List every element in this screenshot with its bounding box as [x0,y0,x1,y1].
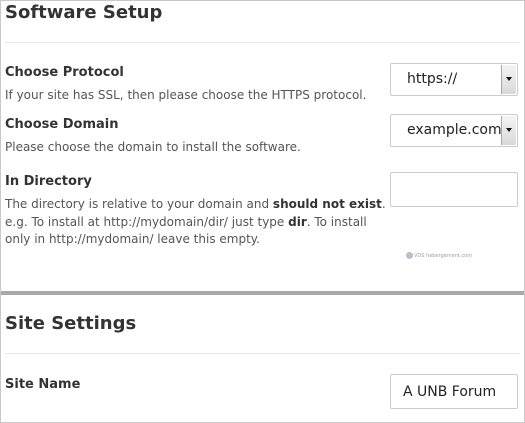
directory-help-text-1: The directory is relative to your domain… [5,197,273,211]
domain-select-value: example.com [407,122,502,138]
protocol-label: Choose Protocol [5,65,124,80]
directory-help-bold-2: dir [288,214,307,229]
directory-input[interactable] [390,172,518,207]
watermark: VDS hebergement.com [406,252,472,259]
domain-label: Choose Domain [5,117,119,132]
directory-label: In Directory [5,174,92,189]
software-setup-panel: Software Setup Choose Protocol If your s… [0,0,525,423]
title-divider [5,42,520,43]
site-name-input[interactable]: A UNB Forum [390,374,518,409]
watermark-text: VDS hebergement.com [414,253,473,259]
domain-select[interactable]: example.com [390,114,518,147]
directory-help-bold-1: should not exist [272,197,382,211]
site-settings-title: Site Settings [5,313,137,334]
protocol-help: If your site has SSL, then please choose… [5,88,367,102]
protocol-select-value: https:// [407,71,458,87]
chevron-down-icon[interactable] [501,116,516,145]
site-name-input-value: A UNB Forum [403,384,497,400]
protocol-select[interactable]: https:// [390,63,518,96]
domain-help: Please choose the domain to install the … [5,140,301,154]
site-settings-divider [5,353,520,354]
section-separator [1,291,524,295]
chevron-down-icon[interactable] [501,65,516,94]
software-setup-title: Software Setup [5,2,163,23]
watermark-logo-icon [406,252,413,259]
directory-help: The directory is relative to your domain… [5,196,391,249]
site-name-label: Site Name [5,377,81,392]
